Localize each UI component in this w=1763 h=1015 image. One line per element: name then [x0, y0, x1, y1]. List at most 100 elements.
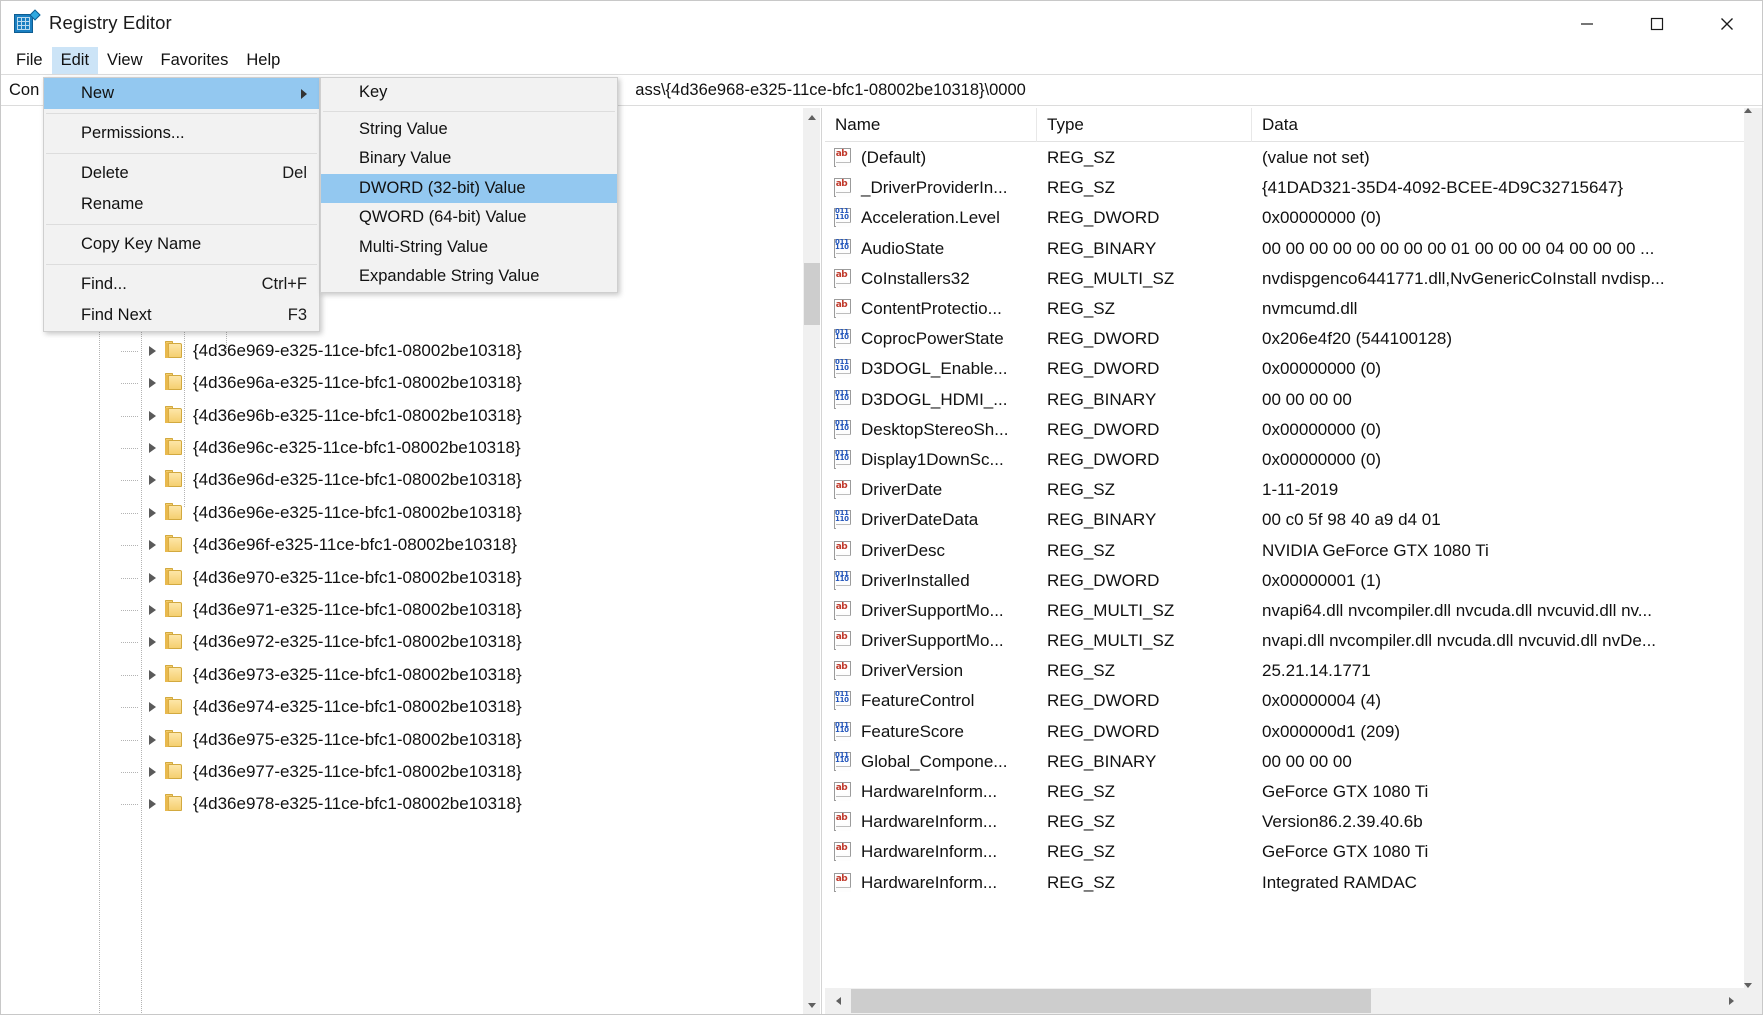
chevron-right-icon[interactable]: [141, 594, 163, 626]
tree-node[interactable]: {4d36e969-e325-11ce-bfc1-08002be10318}: [1, 335, 802, 367]
column-header-data[interactable]: Data: [1252, 108, 1762, 142]
value-row[interactable]: ab DriverDesc REG_SZ NVIDIA GeForce GTX 108…: [825, 535, 1744, 565]
menu-separator: [46, 224, 317, 225]
scroll-down-icon[interactable]: [803, 996, 820, 1014]
tree-node[interactable]: {4d36e975-e325-11ce-bfc1-08002be10318}: [1, 723, 802, 755]
menu-file[interactable]: File: [7, 47, 52, 74]
registry-editor-icon: [14, 9, 41, 35]
tree-node[interactable]: {4d36e96f-e325-11ce-bfc1-08002be10318}: [1, 529, 802, 561]
tree-node[interactable]: {4d36e96d-e325-11ce-bfc1-08002be10318}: [1, 464, 802, 496]
value-row[interactable]: 011 110 Display1DownSc... REG_DWORD 0x000000…: [825, 445, 1744, 475]
tree-scrollbar-thumb[interactable]: [804, 263, 820, 325]
value-row[interactable]: ab (Default) REG_SZ (value not set): [825, 143, 1744, 173]
value-row[interactable]: 011 110 D3DOGL_Enable... REG_DWORD 0x0000000…: [825, 354, 1744, 384]
edit-menu-dropdown[interactable]: New Permissions... Delete Del Rename Copy Key…: [43, 77, 320, 332]
new-menu-item-dword-32-bit-value[interactable]: DWORD (32-bit) Value: [321, 173, 617, 203]
value-row[interactable]: 011 110 AudioState REG_BINARY 00 00 00 00 00…: [825, 234, 1744, 264]
scroll-left-icon[interactable]: [825, 988, 851, 1014]
value-row[interactable]: 011 110 DriverInstalled REG_DWORD 0x00000001…: [825, 566, 1744, 596]
value-type: REG_DWORD: [1047, 449, 1160, 469]
scroll-right-icon[interactable]: [1718, 988, 1744, 1014]
chevron-right-icon[interactable]: [141, 464, 163, 496]
scroll-up-icon[interactable]: [803, 108, 820, 126]
tree-node[interactable]: {4d36e977-e325-11ce-bfc1-08002be10318}: [1, 756, 802, 788]
value-row[interactable]: ab CoInstallers32 REG_MULTI_SZ nvdispgenco6…: [825, 264, 1744, 294]
value-row[interactable]: ab DriverDate REG_SZ 1-11-2019: [825, 475, 1744, 505]
edit-menu-item-find-next[interactable]: Find Next F3: [44, 300, 319, 331]
new-menu-item-key[interactable]: Key: [321, 78, 617, 108]
value-row[interactable]: ab _DriverProviderIn... REG_SZ {41DAD321-35…: [825, 173, 1744, 203]
values-hscrollbar-thumb[interactable]: [851, 989, 1371, 1013]
values-vertical-scrollbar[interactable]: [1744, 108, 1762, 988]
menu-view[interactable]: View: [98, 47, 151, 74]
chevron-right-icon[interactable]: [141, 724, 163, 756]
value-row[interactable]: 011 110 FeatureControl REG_DWORD 0x00000004 …: [825, 686, 1744, 716]
new-menu-item-multi-string-value[interactable]: Multi-String Value: [321, 233, 617, 263]
value-row[interactable]: ab HardwareInform... REG_SZ Integrated RAMD…: [825, 868, 1744, 898]
value-row[interactable]: ab ContentProtectio... REG_SZ nvmcumd.dll: [825, 294, 1744, 324]
tree-node[interactable]: {4d36e96e-e325-11ce-bfc1-08002be10318}: [1, 497, 802, 529]
tree-node[interactable]: {4d36e972-e325-11ce-bfc1-08002be10318}: [1, 626, 802, 658]
tree-node[interactable]: {4d36e971-e325-11ce-bfc1-08002be10318}: [1, 594, 802, 626]
tree-node[interactable]: {4d36e96a-e325-11ce-bfc1-08002be10318}: [1, 367, 802, 399]
chevron-right-icon[interactable]: [141, 562, 163, 594]
value-row[interactable]: 011 110 FeatureScore REG_DWORD 0x000000d1 (2…: [825, 717, 1744, 747]
tree-node[interactable]: {4d36e96b-e325-11ce-bfc1-08002be10318}: [1, 400, 802, 432]
new-menu-item-qword-64-bit-value[interactable]: QWORD (64-bit) Value: [321, 203, 617, 233]
maximize-icon[interactable]: [1622, 1, 1692, 46]
edit-menu-item-delete[interactable]: Delete Del: [44, 158, 319, 189]
edit-menu-item-find[interactable]: Find... Ctrl+F: [44, 269, 319, 300]
value-row[interactable]: ab HardwareInform... REG_SZ GeForce GTX 108…: [825, 837, 1744, 867]
edit-menu-item-permissions[interactable]: Permissions...: [44, 118, 319, 149]
chevron-right-icon[interactable]: [141, 335, 163, 367]
menu-help[interactable]: Help: [237, 47, 289, 74]
new-menu-item-expandable-string-value[interactable]: Expandable String Value: [321, 262, 617, 292]
tree-node[interactable]: {4d36e978-e325-11ce-bfc1-08002be10318}: [1, 788, 802, 820]
tree-node[interactable]: {4d36e96c-e325-11ce-bfc1-08002be10318}: [1, 432, 802, 464]
tree-node[interactable]: {4d36e973-e325-11ce-bfc1-08002be10318}: [1, 659, 802, 691]
chevron-right-icon[interactable]: [141, 529, 163, 561]
chevron-right-icon[interactable]: [141, 691, 163, 723]
tree-vertical-scrollbar[interactable]: [802, 108, 820, 1014]
minimize-icon[interactable]: [1552, 1, 1622, 46]
new-submenu[interactable]: Key String Value Binary Value DWORD (32-bit…: [320, 77, 618, 293]
tree-node[interactable]: {4d36e970-e325-11ce-bfc1-08002be10318}: [1, 561, 802, 593]
value-name-cell: 011 110 DriverInstalled: [825, 566, 1037, 596]
values-horizontal-scrollbar[interactable]: [825, 988, 1744, 1014]
column-header-name[interactable]: Name: [825, 108, 1037, 142]
value-row[interactable]: ab DriverVersion REG_SZ 25.21.14.1771: [825, 656, 1744, 686]
value-row[interactable]: 011 110 D3DOGL_HDMI_... REG_BINARY 00 00 00 …: [825, 385, 1744, 415]
value-name: ContentProtectio...: [861, 299, 1002, 319]
values-scrollbar-thumb[interactable]: [1744, 113, 1762, 443]
value-row[interactable]: ab HardwareInform... REG_SZ Version86.2.39.…: [825, 807, 1744, 837]
column-header-type[interactable]: Type: [1037, 108, 1252, 142]
edit-menu-item-new[interactable]: New: [44, 78, 319, 109]
chevron-right-icon[interactable]: [141, 432, 163, 464]
edit-menu-item-rename[interactable]: Rename: [44, 189, 319, 220]
value-row[interactable]: 011 110 CoprocPowerState REG_DWORD 0x206e4f2…: [825, 324, 1744, 354]
chevron-right-icon[interactable]: [141, 497, 163, 529]
chevron-right-icon[interactable]: [141, 367, 163, 399]
menu-edit[interactable]: Edit: [51, 46, 99, 74]
chevron-right-icon[interactable]: [141, 626, 163, 658]
value-row[interactable]: ab DriverSupportMo... REG_MULTI_SZ nvapi.dl…: [825, 626, 1744, 656]
new-menu-item-string-value[interactable]: String Value: [321, 115, 617, 145]
folder-icon: [163, 664, 185, 685]
value-row[interactable]: ab DriverSupportMo... REG_MULTI_SZ nvapi64.…: [825, 596, 1744, 626]
value-row[interactable]: 011 110 DesktopStereoSh... REG_DWORD 0x00000…: [825, 415, 1744, 445]
value-row[interactable]: 011 110 Global_Compone... REG_BINARY 00 00 0…: [825, 747, 1744, 777]
value-row[interactable]: 011 110 Acceleration.Level REG_DWORD 0x00000…: [825, 203, 1744, 233]
value-row[interactable]: 011 110 DriverDateData REG_BINARY 00 c0 5f 9…: [825, 505, 1744, 535]
values-list[interactable]: ab (Default) REG_SZ (value not set) ab _Drive…: [825, 143, 1744, 988]
close-icon[interactable]: [1692, 1, 1762, 46]
chevron-right-icon[interactable]: [141, 659, 163, 691]
menu-favorites[interactable]: Favorites: [152, 47, 238, 74]
chevron-right-icon[interactable]: [141, 756, 163, 788]
hscroll-track[interactable]: [851, 988, 1718, 1014]
tree-node[interactable]: {4d36e974-e325-11ce-bfc1-08002be10318}: [1, 691, 802, 723]
chevron-right-icon[interactable]: [141, 788, 163, 820]
new-menu-item-binary-value[interactable]: Binary Value: [321, 144, 617, 174]
value-row[interactable]: ab HardwareInform... REG_SZ GeForce GTX 108…: [825, 777, 1744, 807]
chevron-right-icon[interactable]: [141, 400, 163, 432]
edit-menu-item-copy-key-name[interactable]: Copy Key Name: [44, 229, 319, 260]
